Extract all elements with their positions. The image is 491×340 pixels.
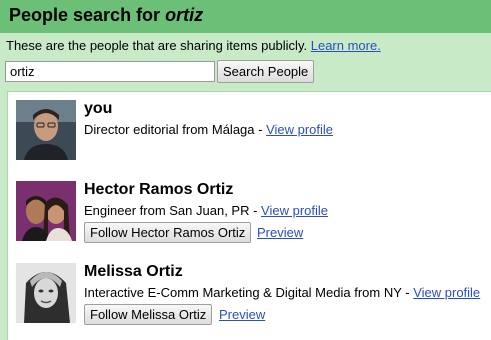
person-description: Interactive E-Comm Marketing & Digital M… xyxy=(84,285,414,300)
follow-button[interactable]: Follow Melissa Ortiz xyxy=(84,304,213,325)
person-name: Hector Ramos Ortiz xyxy=(84,181,234,198)
preview-link[interactable]: Preview xyxy=(257,225,303,240)
page-title-prefix: People search for xyxy=(9,5,161,25)
intro-text: These are the people that are sharing it… xyxy=(6,38,381,53)
view-profile-link[interactable]: View profile xyxy=(413,285,480,300)
preview-link[interactable]: Preview xyxy=(219,307,265,322)
avatar[interactable] xyxy=(16,263,76,323)
person-info: Director editorial from Málaga - View pr… xyxy=(84,122,333,137)
person-name: Melissa Ortiz xyxy=(84,263,183,280)
page-title: People search for ortiz xyxy=(9,5,203,26)
avatar[interactable] xyxy=(16,100,76,160)
intro-description: These are the people that are sharing it… xyxy=(6,38,308,53)
search-people-button[interactable]: Search People xyxy=(217,60,315,83)
person-info: Interactive E-Comm Marketing & Digital M… xyxy=(84,285,480,300)
person-name: you xyxy=(84,100,113,117)
page-title-query: ortiz xyxy=(165,5,204,25)
avatar[interactable] xyxy=(16,181,76,241)
header-bar: People search for ortiz xyxy=(0,0,491,33)
learn-more-link[interactable]: Learn more. xyxy=(311,38,381,53)
person-info: Engineer from San Juan, PR - View profil… xyxy=(84,203,328,218)
search-input[interactable] xyxy=(5,61,215,82)
person-description: Director editorial from Málaga - xyxy=(84,122,267,137)
person-description: Engineer from San Juan, PR - xyxy=(84,203,262,218)
results-list: you Director editorial from Málaga - Vie… xyxy=(7,91,491,340)
people-search-panel: People search for ortiz These are the pe… xyxy=(0,0,491,340)
follow-button[interactable]: Follow Hector Ramos Ortiz xyxy=(84,222,252,243)
view-profile-link[interactable]: View profile xyxy=(261,203,328,218)
view-profile-link[interactable]: View profile xyxy=(266,122,333,137)
